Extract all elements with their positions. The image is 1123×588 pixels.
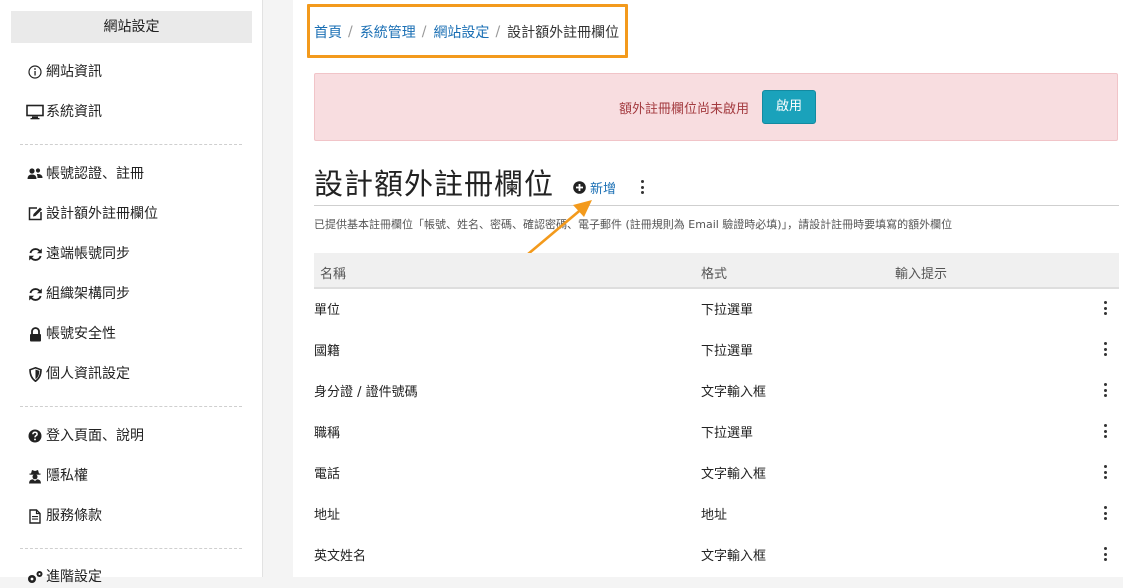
field-name: 職稱 bbox=[314, 426, 341, 441]
gears-icon bbox=[26, 568, 44, 586]
table-row: 單位 下拉選單 bbox=[314, 288, 1119, 329]
sidebar-item-extra-fields[interactable]: 設計額外註冊欄位 bbox=[26, 203, 158, 225]
title-divider bbox=[314, 205, 1119, 206]
enable-button[interactable]: 啟用 bbox=[762, 90, 816, 124]
table-header: 名稱 格式 輸入提示 bbox=[314, 253, 1119, 289]
plus-circle-icon bbox=[573, 181, 586, 194]
sidebar-item-label: 組織架構同步 bbox=[46, 286, 130, 302]
field-format: 下拉選單 bbox=[701, 303, 754, 318]
breadcrumb-separator: / bbox=[421, 24, 427, 40]
layout-gutter bbox=[264, 0, 293, 577]
row-more-menu[interactable] bbox=[1101, 505, 1109, 521]
field-name: 單位 bbox=[314, 303, 341, 318]
field-format: 文字輸入框 bbox=[701, 467, 767, 482]
sidebar-item-login-page[interactable]: 登入頁面、說明 bbox=[26, 425, 144, 447]
row-more-menu[interactable] bbox=[1101, 546, 1109, 562]
sidebar-item-label: 網站資訊 bbox=[46, 64, 102, 80]
table-row: 國籍 下拉選單 bbox=[314, 329, 1119, 370]
sidebar-divider bbox=[20, 548, 242, 549]
edit-icon bbox=[26, 205, 44, 223]
table-row: 英文姓名 文字輸入框 bbox=[314, 534, 1119, 575]
users-icon bbox=[26, 165, 44, 183]
sidebar-item-site-info[interactable]: 網站資訊 bbox=[26, 61, 102, 83]
breadcrumb-site-settings[interactable]: 網站設定 bbox=[433, 22, 489, 42]
field-format: 下拉選單 bbox=[701, 344, 754, 359]
breadcrumb: 首頁 / 系統管理 / 網站設定 / 設計額外註冊欄位 bbox=[314, 22, 619, 42]
sidebar-item-label: 系統資訊 bbox=[46, 104, 102, 120]
row-more-menu[interactable] bbox=[1101, 382, 1109, 398]
field-name: 電話 bbox=[314, 467, 341, 482]
sidebar-item-advanced[interactable]: 進階設定 bbox=[26, 566, 102, 588]
alert-message: 額外註冊欄位尚未啟用 bbox=[619, 102, 750, 117]
sidebar-item-system-info[interactable]: 系統資訊 bbox=[26, 101, 102, 123]
row-more-menu[interactable] bbox=[1101, 464, 1109, 480]
question-circle-icon bbox=[26, 427, 44, 445]
field-format: 文字輸入框 bbox=[701, 385, 767, 400]
user-secret-icon bbox=[26, 467, 44, 485]
breadcrumb-separator: / bbox=[348, 24, 353, 40]
breadcrumb-system-admin[interactable]: 系統管理 bbox=[360, 22, 416, 42]
sidebar-item-label: 帳號安全性 bbox=[46, 326, 116, 342]
column-name-header: 名稱 bbox=[320, 267, 347, 282]
page-more-menu[interactable] bbox=[638, 179, 646, 195]
sidebar-item-remote-sync[interactable]: 遠端帳號同步 bbox=[26, 243, 130, 265]
sidebar-item-label: 個人資訊設定 bbox=[46, 366, 130, 382]
lock-icon bbox=[26, 325, 44, 343]
field-name: 地址 bbox=[314, 508, 341, 523]
breadcrumb-home[interactable]: 首頁 bbox=[314, 22, 342, 42]
table-row: 電話 文字輸入框 bbox=[314, 452, 1119, 493]
sidebar-item-account-security[interactable]: 帳號安全性 bbox=[26, 323, 116, 345]
field-name: 身分證 / 證件號碼 bbox=[314, 385, 418, 400]
field-name: 國籍 bbox=[314, 344, 341, 359]
sidebar-item-org-sync[interactable]: 組織架構同步 bbox=[26, 283, 130, 305]
table-row: 身分證 / 證件號碼 文字輸入框 bbox=[314, 370, 1119, 411]
sidebar-item-label: 隱私權 bbox=[46, 468, 88, 484]
column-format-header: 格式 bbox=[701, 267, 728, 282]
table-row: 職稱 下拉選單 bbox=[314, 411, 1119, 452]
sidebar-item-account-auth[interactable]: 帳號認證、註冊 bbox=[26, 163, 144, 185]
sidebar-item-label: 遠端帳號同步 bbox=[46, 246, 130, 262]
shield-icon bbox=[26, 365, 44, 383]
document-icon bbox=[26, 507, 44, 525]
field-name: 英文姓名 bbox=[314, 549, 367, 564]
sidebar-item-label: 設計額外註冊欄位 bbox=[46, 206, 158, 222]
breadcrumb-current: 設計額外註冊欄位 bbox=[507, 25, 620, 41]
sidebar-item-terms[interactable]: 服務條款 bbox=[26, 505, 102, 527]
row-more-menu[interactable] bbox=[1101, 300, 1109, 316]
sync-icon bbox=[26, 245, 44, 263]
sidebar: 網站設定 網站資訊 系統資訊 帳號認證、註冊 設計額外註冊欄位 遠端帳號同步 組… bbox=[0, 0, 263, 585]
field-format: 地址 bbox=[701, 508, 728, 523]
column-hint-header: 輸入提示 bbox=[895, 267, 948, 282]
table-row: 地址 地址 bbox=[314, 493, 1119, 534]
info-circle-icon bbox=[26, 63, 44, 81]
sidebar-divider bbox=[20, 144, 242, 145]
sidebar-item-label: 登入頁面、說明 bbox=[46, 428, 144, 444]
not-enabled-alert: 額外註冊欄位尚未啟用 啟用 bbox=[314, 73, 1118, 141]
sidebar-item-personal-info[interactable]: 個人資訊設定 bbox=[26, 363, 130, 385]
field-format: 下拉選單 bbox=[701, 426, 754, 441]
sidebar-item-label: 服務條款 bbox=[46, 508, 102, 524]
sidebar-item-label: 進階設定 bbox=[46, 569, 102, 585]
row-more-menu[interactable] bbox=[1101, 423, 1109, 439]
sidebar-divider bbox=[20, 406, 242, 407]
sidebar-header: 網站設定 bbox=[11, 11, 252, 43]
page-description: 已提供基本註冊欄位「帳號、姓名、密碼、確認密碼、電子郵件 (註冊規則為 Emai… bbox=[314, 218, 953, 231]
sidebar-item-label: 帳號認證、註冊 bbox=[46, 166, 144, 182]
sync-icon bbox=[26, 285, 44, 303]
monitor-icon bbox=[26, 103, 44, 121]
breadcrumb-separator: / bbox=[495, 24, 501, 40]
field-format: 文字輸入框 bbox=[701, 549, 767, 564]
row-more-menu[interactable] bbox=[1101, 341, 1109, 357]
sidebar-item-privacy[interactable]: 隱私權 bbox=[26, 465, 88, 487]
